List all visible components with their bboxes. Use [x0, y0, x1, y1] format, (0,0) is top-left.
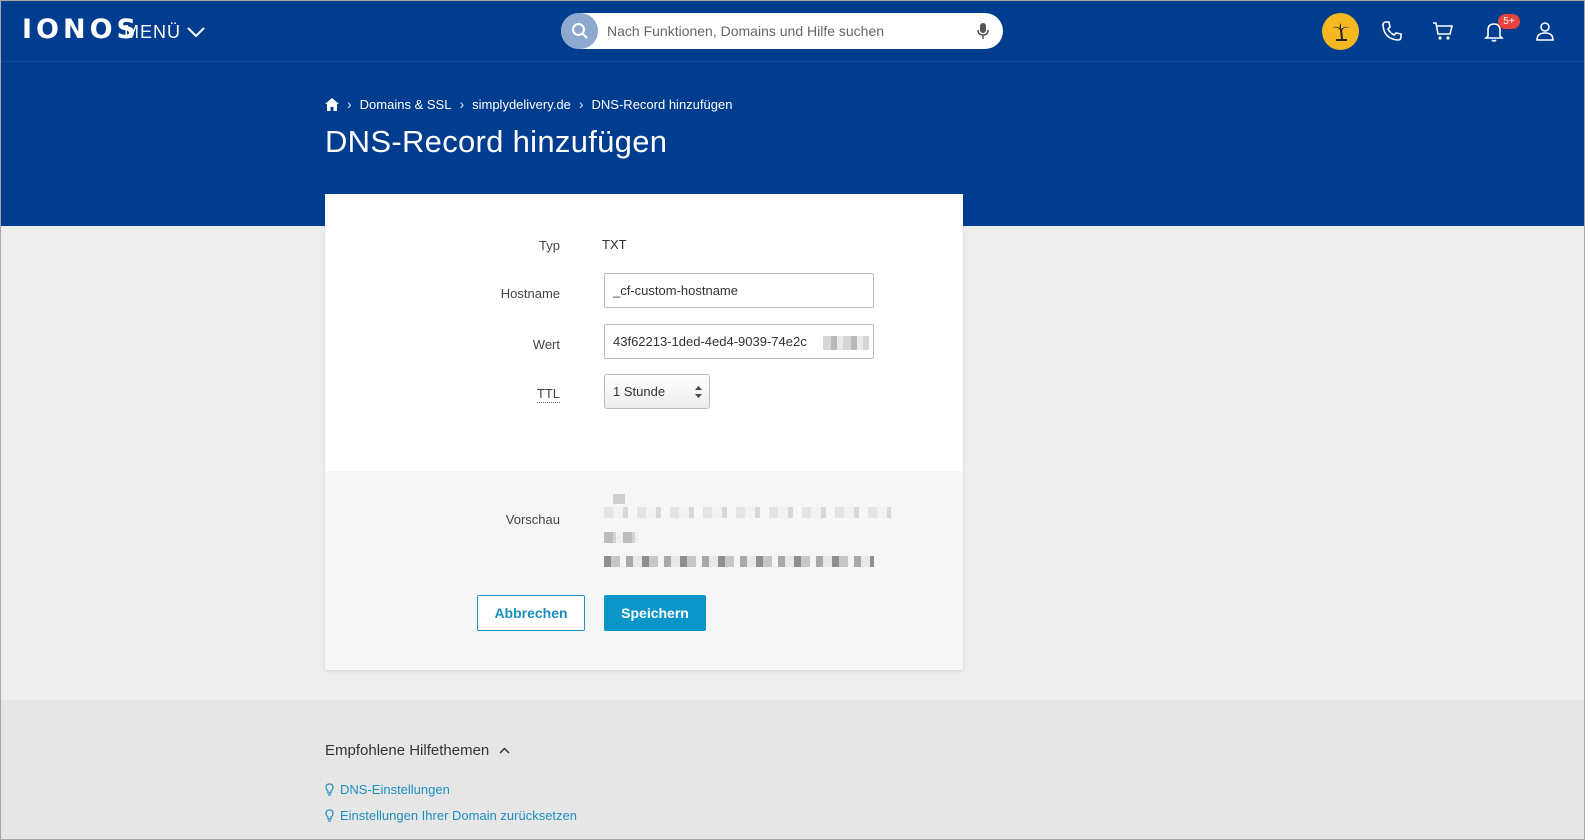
help-link-label: DNS-Einstellungen: [340, 782, 450, 797]
dns-record-form: Typ TXT Hostname Wert TTL 1 Stunde Vorsc…: [325, 194, 963, 670]
cancel-button[interactable]: Abbrechen: [477, 595, 585, 631]
notification-badge: 5+: [1498, 14, 1520, 29]
select-arrows-icon: [695, 386, 702, 398]
help-topics-title: Empfohlene Hilfethemen: [325, 742, 490, 759]
preview-redaction: [613, 494, 625, 504]
chevron-down-icon: [187, 27, 205, 38]
ttl-label-text[interactable]: TTL: [536, 386, 560, 403]
ttl-label: TTL: [400, 386, 560, 403]
breadcrumb-item-domain[interactable]: simplydelivery.de: [472, 97, 571, 112]
help-link-label: Einstellungen Ihrer Domain zurücksetzen: [340, 808, 578, 823]
preview-label: Vorschau: [505, 512, 560, 527]
preview-redaction: [604, 556, 874, 567]
value-redaction: [823, 336, 869, 350]
preview-section: [325, 471, 963, 670]
menu-label: MENÜ: [124, 21, 181, 42]
ionos-logo[interactable]: IONOS: [22, 14, 140, 46]
help-footer: [0, 700, 1585, 840]
breadcrumb-item-current: DNS-Record hinzufügen: [591, 96, 733, 112]
top-navigation-bar: IONOS MENÜ 5+: [0, 0, 1585, 62]
type-label: Typ: [539, 238, 560, 253]
help-link-reset-domain[interactable]: Einstellungen Ihrer Domain zurücksetzen: [325, 808, 577, 823]
search-input[interactable]: [607, 19, 957, 43]
microphone-icon[interactable]: [976, 22, 990, 40]
search-icon[interactable]: [561, 13, 598, 49]
breadcrumb-item-domains[interactable]: Domains & SSL: [360, 97, 452, 112]
ttl-selected-value: 1 Stunde: [613, 384, 666, 399]
user-icon[interactable]: [1533, 19, 1557, 43]
lightbulb-icon: [325, 809, 334, 822]
preview-redaction: [604, 532, 638, 543]
value-label: Wert: [532, 337, 560, 352]
type-value: TXT: [602, 237, 627, 252]
chevron-up-icon: [499, 747, 510, 754]
breadcrumb-separator: ›: [459, 96, 465, 112]
phone-icon[interactable]: [1380, 19, 1404, 43]
palm-tree-icon[interactable]: [1322, 13, 1359, 50]
ttl-select[interactable]: 1 Stunde: [604, 374, 710, 409]
help-link-dns-settings[interactable]: DNS-Einstellungen: [325, 782, 450, 797]
preview-redaction: [604, 507, 891, 518]
breadcrumb-separator: ›: [578, 96, 584, 112]
hostname-label: Hostname: [500, 286, 560, 301]
hostname-input[interactable]: [604, 273, 874, 308]
save-button[interactable]: Speichern: [604, 595, 706, 631]
menu-button[interactable]: MENÜ: [124, 20, 205, 44]
home-icon[interactable]: [325, 97, 339, 111]
page-title: DNS-Record hinzufügen: [325, 124, 668, 159]
breadcrumb: › Domains & SSL › simplydelivery.de › DN…: [325, 95, 732, 113]
lightbulb-icon: [325, 783, 334, 796]
breadcrumb-separator: ›: [347, 96, 352, 112]
cart-icon[interactable]: [1431, 19, 1455, 43]
help-topics-toggle[interactable]: Empfohlene Hilfethemen: [325, 742, 510, 759]
search-bar: [561, 13, 1003, 49]
